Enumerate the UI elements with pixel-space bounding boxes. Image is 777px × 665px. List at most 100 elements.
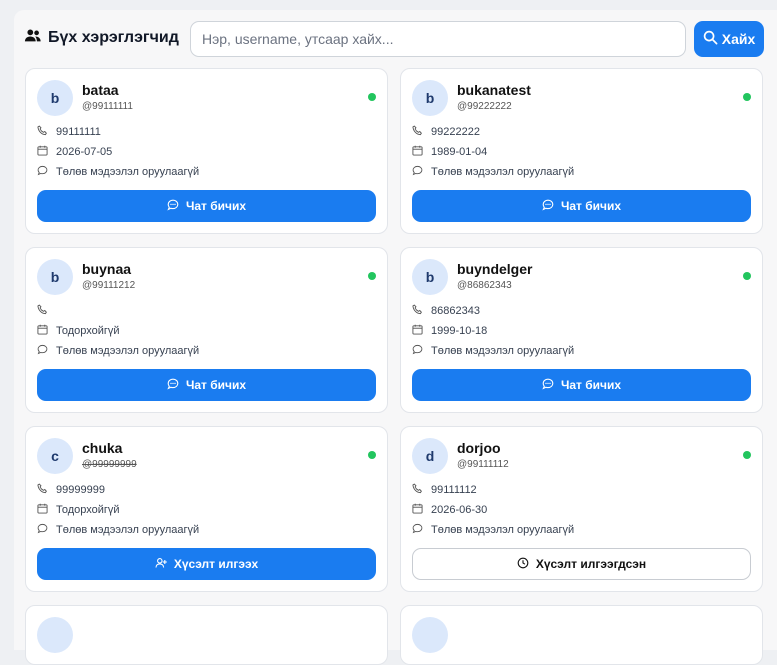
date-text: 2026-07-05 [56,146,113,158]
user-handle: @99999999 [82,459,137,470]
username: bukanatest [457,82,531,98]
bio-text: Төлөв мэдээлэл оруулаагүй [431,166,575,178]
calendar-icon [37,145,48,159]
calendar-icon [37,503,48,517]
phone-row [37,304,56,318]
message-icon [37,165,48,179]
chat-button[interactable]: Чат бичих [412,190,751,222]
phone-row: 99111112 [412,483,477,497]
header: Бүх хэрэглэгчид Хайх [24,20,769,60]
bio-text: Төлөв мэдээлэл оруулаагүй [56,524,200,536]
search-button[interactable]: Хайх [694,21,764,57]
bio-row: Төлөв мэдээлэл оруулаагүй [412,344,574,358]
message-icon [412,165,423,179]
send-request-button[interactable]: Хүсэлт илгээх [37,548,376,580]
user-card: b bukanatest @99222222 99222222 1989-01-… [400,68,763,234]
username: dorjoo [457,440,501,456]
date-text: 2026-06-30 [431,504,488,516]
user-card [400,605,763,665]
avatar [412,617,448,653]
chat-button-label: Чат бичих [185,199,247,213]
bio-text: Төлөв мэдээлэл оруулаагүй [431,345,575,357]
date-row: 1989-01-04 [412,145,487,159]
date-row: 2026-06-30 [412,503,487,517]
username: buyndelger [457,261,533,277]
avatar: b [37,259,73,295]
username: chuka [82,440,123,456]
online-indicator [743,451,751,459]
chat-icon [167,199,179,214]
date-row: 1999-10-18 [412,324,487,338]
message-icon [37,523,48,537]
online-indicator [368,272,376,280]
clock-icon [517,557,529,572]
bio-row: Төлөв мэдээлэл оруулаагүй [412,523,574,537]
user-card: d dorjoo @99111112 99111112 2026-06-30 Т… [400,426,763,592]
user-card: b buynaa @99111212 Тодорхойгүй Төлөв мэд… [25,247,388,413]
phone-text: 99111112 [431,484,477,496]
calendar-icon [37,324,48,338]
message-icon [412,344,423,358]
phone-text: 86862343 [431,305,480,317]
send-request-label: Хүсэлт илгээх [173,557,259,571]
bio-row: Төлөв мэдээлэл оруулаагүй [37,523,199,537]
bio-row: Төлөв мэдээлэл оруулаагүй [412,165,574,179]
phone-icon [37,304,48,318]
phone-row: 99222222 [412,125,480,139]
bio-text: Төлөв мэдээлэл оруулаагүй [56,166,200,178]
users-icon [24,27,42,50]
chat-icon [167,378,179,393]
chat-button-label: Чат бичих [185,378,247,392]
calendar-icon [412,324,423,338]
bio-row: Төлөв мэдээлэл оруулаагүй [37,344,199,358]
date-row: 2026-07-05 [37,145,112,159]
username: bataa [82,82,119,98]
date-row: Тодорхойгүй [37,503,120,517]
date-row: Тодорхойгүй [37,324,120,338]
bio-row: Төлөв мэдээлэл оруулаагүй [37,165,199,179]
request-sent-label: Хүсэлт илгээгдсэн [535,557,647,571]
user-handle: @99111112 [457,459,509,470]
users-panel: Бүх хэрэглэгчид Хайх b bataa @99111111 9… [14,10,777,665]
message-icon [37,344,48,358]
user-card: b buyndelger @86862343 86862343 1999-10-… [400,247,763,413]
chat-button[interactable]: Чат бичих [37,369,376,401]
page-title: Бүх хэрэглэгчид [24,23,179,53]
request-sent-button[interactable]: Хүсэлт илгээгдсэн [412,548,751,580]
phone-text: 99999999 [56,484,105,496]
phone-icon [412,304,423,318]
message-icon [412,523,423,537]
page-title-text: Бүх хэрэглэгчид [48,29,179,46]
avatar: b [37,80,73,116]
phone-icon [412,125,423,139]
phone-row: 86862343 [412,304,480,318]
phone-icon [37,125,48,139]
chat-button-label: Чат бичих [560,378,622,392]
chat-button[interactable]: Чат бичих [37,190,376,222]
chat-icon [542,378,554,393]
search-input[interactable] [190,21,686,57]
user-card [25,605,388,665]
avatar: d [412,438,448,474]
date-text: 1989-01-04 [431,146,488,158]
phone-text: 99111111 [56,126,101,138]
phone-icon [412,483,423,497]
search-button-label: Хайх [721,31,756,47]
calendar-icon [412,145,423,159]
calendar-icon [412,503,423,517]
chat-icon [542,199,554,214]
online-indicator [368,93,376,101]
avatar: b [412,259,448,295]
chat-button[interactable]: Чат бичих [412,369,751,401]
bio-text: Төлөв мэдээлэл оруулаагүй [431,524,575,536]
date-text: 1999-10-18 [431,325,488,337]
user-plus-icon [155,557,167,572]
user-card: b bataa @99111111 99111111 2026-07-05 Тө… [25,68,388,234]
phone-icon [37,483,48,497]
online-indicator [743,93,751,101]
date-text: Тодорхойгүй [56,325,120,337]
user-handle: @99222222 [457,101,512,112]
avatar: c [37,438,73,474]
search-icon [703,30,718,48]
user-handle: @99111111 [82,101,133,112]
